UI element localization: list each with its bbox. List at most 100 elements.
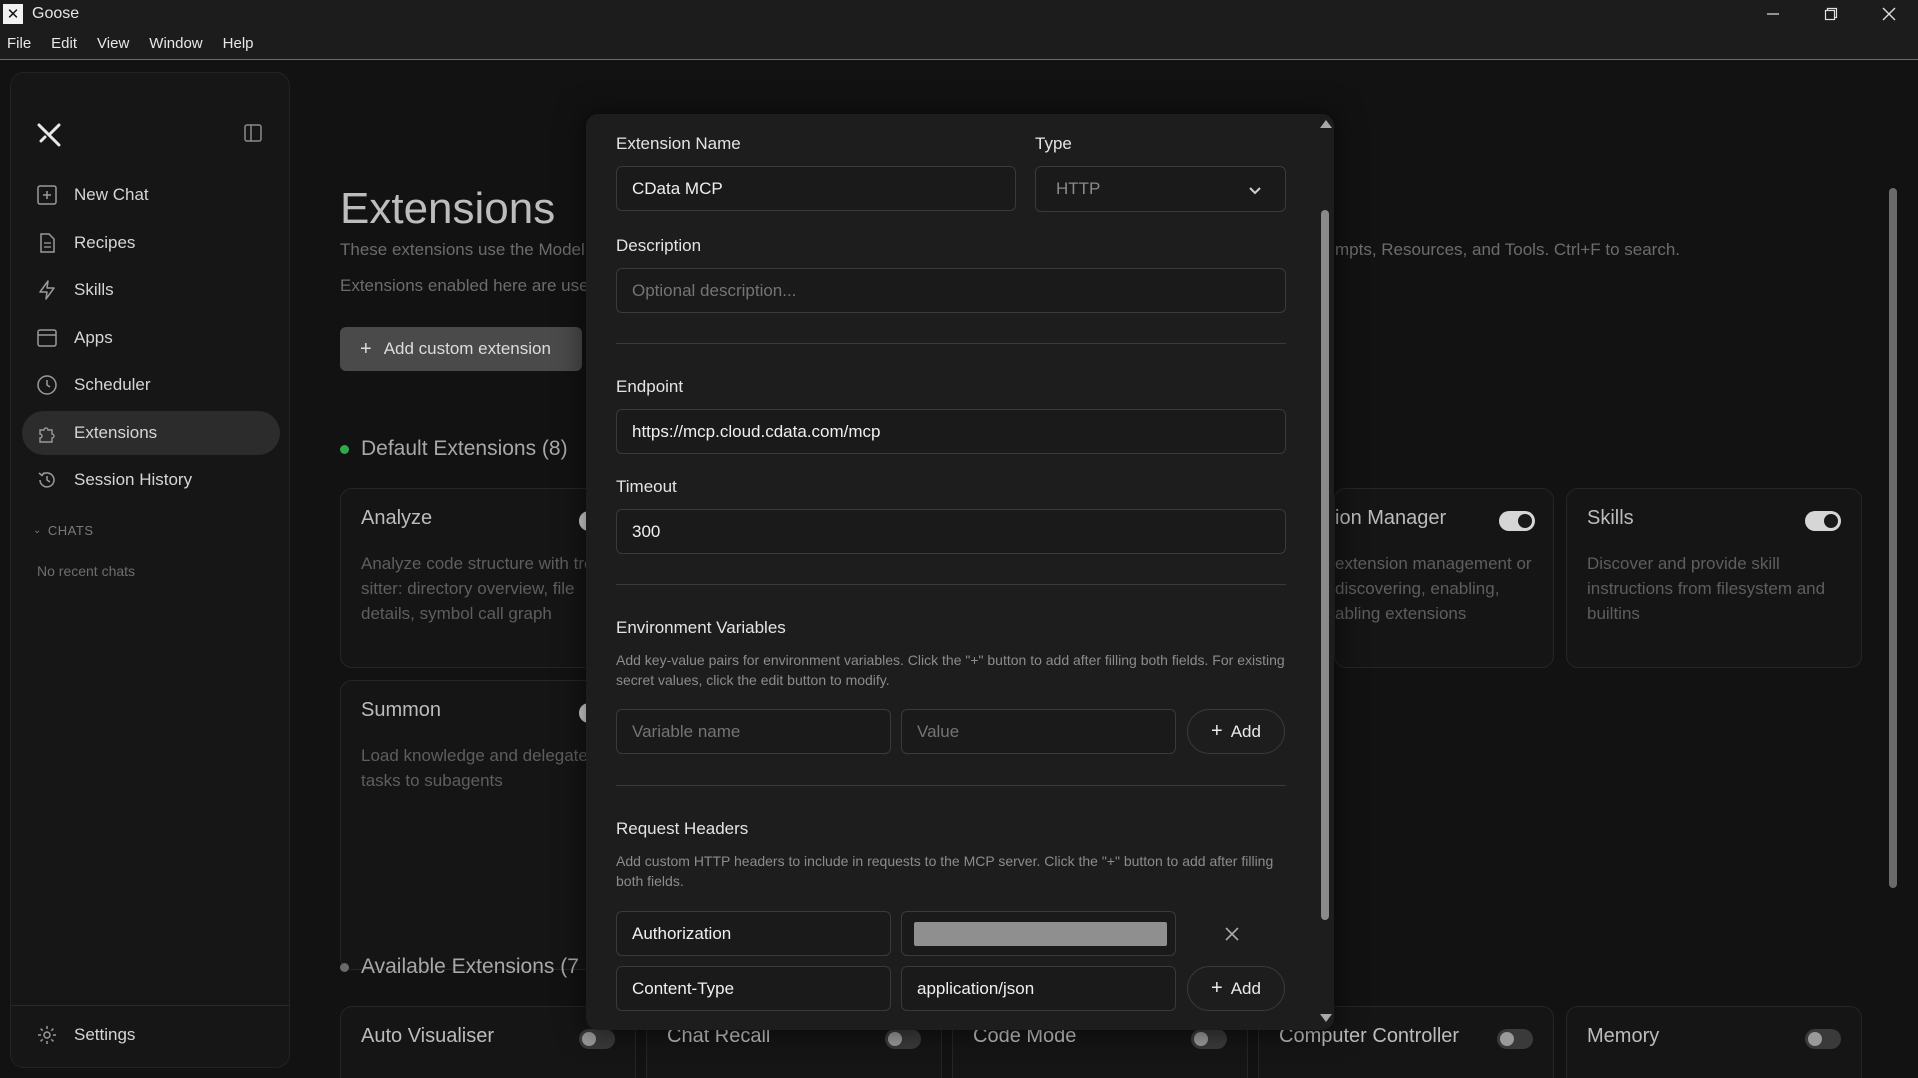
add-custom-extension-label: Add custom extension bbox=[383, 339, 551, 358]
menu-help[interactable]: Help bbox=[223, 35, 254, 52]
sidebar-item-label: Session History bbox=[74, 470, 193, 489]
extension-card-title: Skills bbox=[1587, 507, 1634, 529]
page-subtitle-2: Extensions enabled here are use bbox=[340, 276, 589, 295]
extension-card-memory: Memory bbox=[1566, 1006, 1862, 1078]
menu-window[interactable]: Window bbox=[149, 35, 202, 52]
header-name-input[interactable]: Authorization bbox=[616, 911, 891, 956]
extension-toggle[interactable] bbox=[885, 1029, 921, 1049]
sidebar-toggle-icon[interactable] bbox=[243, 123, 263, 143]
scroll-down-icon[interactable] bbox=[1320, 1014, 1332, 1022]
new-header-name-input[interactable]: Content-Type bbox=[616, 966, 891, 1011]
gear-icon bbox=[38, 1026, 56, 1044]
sidebar-item-label: Scheduler bbox=[74, 375, 151, 394]
minimize-button[interactable] bbox=[1744, 0, 1802, 28]
modal-scrollbar-thumb[interactable] bbox=[1321, 210, 1329, 920]
history-icon bbox=[38, 472, 55, 488]
extension-card-title: Memory bbox=[1587, 1025, 1660, 1047]
request-headers-label: Request Headers bbox=[616, 819, 749, 838]
available-extensions-heading: Available Extensions (7 bbox=[340, 955, 579, 979]
masked-value bbox=[914, 922, 1167, 946]
restore-button[interactable] bbox=[1802, 0, 1860, 28]
sidebar-item-apps[interactable]: Apps bbox=[22, 316, 280, 360]
extension-name-input[interactable]: CData MCP bbox=[616, 166, 1016, 211]
extension-card-desc: Load knowledge and delegate tasks to sub… bbox=[361, 746, 588, 790]
status-dot-icon bbox=[340, 444, 349, 454]
main-scrollbar-thumb[interactable] bbox=[1889, 188, 1897, 888]
add-label: Add bbox=[1230, 721, 1261, 741]
sidebar-item-label: Skills bbox=[74, 280, 114, 299]
page-title: Extensions bbox=[340, 184, 556, 233]
section-divider bbox=[616, 584, 1286, 585]
description-input[interactable]: Optional description... bbox=[616, 268, 1286, 313]
new-header-value-input[interactable]: application/json bbox=[901, 966, 1176, 1011]
menu-edit[interactable]: Edit bbox=[51, 35, 77, 52]
sidebar-item-skills[interactable]: Skills bbox=[22, 268, 280, 312]
no-chats-text: No recent chats bbox=[37, 563, 136, 579]
page-subtitle: These extensions use the Model bbox=[340, 240, 585, 259]
request-headers-help: Add custom HTTP headers to include in re… bbox=[616, 853, 1274, 889]
sidebar-item-label: Apps bbox=[74, 327, 113, 347]
chats-heading[interactable]: ⌄ CHATS bbox=[33, 523, 94, 538]
env-variable-value-input[interactable]: Value bbox=[901, 709, 1176, 754]
menu-view[interactable]: View bbox=[97, 35, 129, 52]
chats-heading-label: CHATS bbox=[47, 523, 94, 538]
sidebar-item-settings[interactable]: Settings bbox=[36, 1013, 135, 1057]
extension-card-title: Auto Visualiser bbox=[361, 1025, 495, 1047]
sidebar-nav: New Chat Recipes Skills Apps Scheduler E… bbox=[22, 173, 280, 506]
window-title: Goose bbox=[32, 5, 80, 22]
modal-scrollbar[interactable] bbox=[1316, 114, 1334, 1030]
bolt-icon bbox=[39, 280, 55, 300]
menu-file[interactable]: File bbox=[7, 35, 31, 52]
remove-header-icon[interactable] bbox=[1220, 922, 1244, 946]
close-icon bbox=[1882, 7, 1896, 21]
puzzle-icon bbox=[39, 426, 55, 443]
minimize-icon bbox=[1767, 13, 1779, 15]
extension-toggle[interactable] bbox=[579, 1029, 615, 1049]
extension-toggle[interactable] bbox=[1191, 1029, 1227, 1049]
plus-icon: + bbox=[360, 337, 372, 360]
description-label: Description bbox=[616, 236, 702, 255]
sidebar-item-recipes[interactable]: Recipes bbox=[22, 221, 280, 265]
extension-card-extension-manager: ion Manager extension management or disc… bbox=[1334, 488, 1554, 668]
extension-toggle[interactable] bbox=[1499, 511, 1535, 531]
sidebar-item-label: Extensions bbox=[74, 422, 158, 442]
plus-icon: + bbox=[1211, 977, 1223, 999]
sidebar-item-extensions[interactable]: Extensions bbox=[22, 410, 280, 455]
extension-toggle[interactable] bbox=[1497, 1029, 1533, 1049]
sidebar-item-scheduler[interactable]: Scheduler bbox=[22, 363, 280, 407]
timeout-label: Timeout bbox=[616, 477, 677, 496]
sidebar-item-session-history[interactable]: Session History bbox=[22, 458, 280, 502]
new-chat-icon bbox=[37, 185, 57, 205]
sidebar-item-label: New Chat bbox=[74, 185, 149, 204]
environment-variables-help: Add key-value pairs for environment vari… bbox=[616, 652, 1285, 688]
default-extensions-label: Default Extensions (8) bbox=[361, 437, 568, 460]
extension-card-desc: extension management or discovering, ena… bbox=[1335, 554, 1532, 623]
add-custom-extension-button[interactable]: + Add custom extension bbox=[340, 327, 582, 371]
extension-toggle[interactable] bbox=[1805, 511, 1841, 531]
chevron-down-icon bbox=[1249, 187, 1261, 195]
available-extensions-label: Available Extensions (7 bbox=[361, 955, 579, 978]
type-select[interactable]: HTTP bbox=[1035, 166, 1286, 212]
endpoint-input[interactable]: https://mcp.cloud.cdata.com/mcp bbox=[616, 409, 1286, 454]
extension-toggle[interactable] bbox=[1805, 1029, 1841, 1049]
add-label: Add bbox=[1230, 978, 1261, 998]
window-icon bbox=[37, 328, 57, 347]
sidebar-item-label: Recipes bbox=[74, 232, 136, 252]
timeout-input[interactable]: 300 bbox=[616, 509, 1286, 554]
goose-logo-icon[interactable] bbox=[35, 121, 63, 149]
main-scrollbar[interactable] bbox=[1886, 168, 1900, 888]
endpoint-label: Endpoint bbox=[616, 377, 684, 396]
env-variable-name-input[interactable]: Variable name bbox=[616, 709, 891, 754]
extension-card-desc: Analyze code structure with tree-sitter:… bbox=[361, 554, 609, 623]
add-header-button[interactable]: + Add bbox=[1187, 966, 1285, 1011]
title-bar: ✕ Goose bbox=[0, 0, 1918, 28]
add-env-variable-button[interactable]: + Add bbox=[1187, 709, 1285, 754]
scroll-up-icon[interactable] bbox=[1320, 120, 1332, 128]
header-value-input-masked[interactable] bbox=[901, 911, 1176, 956]
sidebar-item-new-chat[interactable]: New Chat bbox=[22, 173, 280, 217]
goose-logo-icon: ✕ bbox=[3, 4, 23, 24]
close-button[interactable] bbox=[1860, 0, 1918, 28]
extension-modal: Extension Name CData MCP Type HTTP Descr… bbox=[586, 114, 1334, 1030]
section-divider bbox=[616, 785, 1286, 786]
sidebar: New Chat Recipes Skills Apps Scheduler E… bbox=[10, 72, 290, 1068]
